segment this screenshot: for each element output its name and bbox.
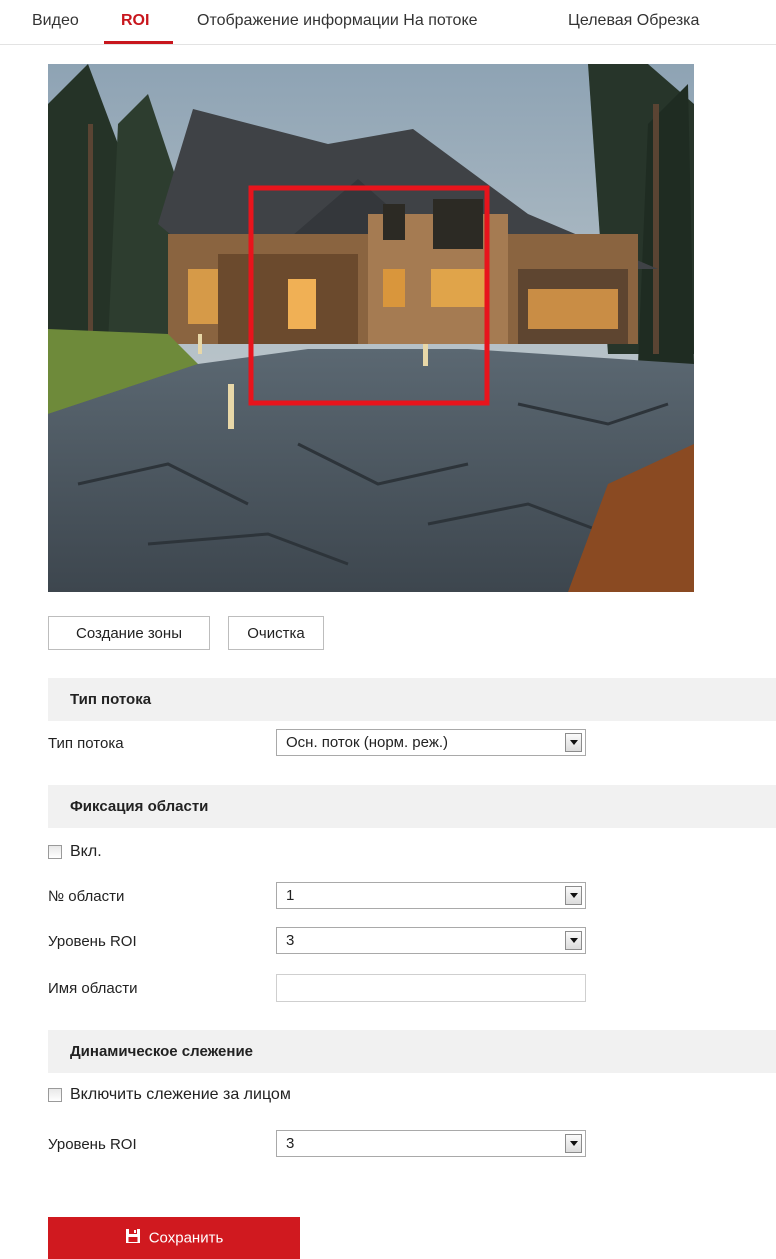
tab-stream-info-overlay[interactable]: Отображение информации На потоке bbox=[197, 12, 478, 30]
chevron-down-icon bbox=[565, 733, 582, 752]
stream-type-label: Тип потока bbox=[48, 735, 124, 752]
section-header-dynamic-tracking: Динамическое слежение bbox=[48, 1030, 776, 1073]
face-tracking-row[interactable]: Включить слежение за лицом bbox=[48, 1086, 291, 1104]
enable-checkbox[interactable] bbox=[48, 845, 62, 860]
roi-level-value: 3 bbox=[286, 932, 295, 949]
area-number-label: № области bbox=[48, 888, 125, 905]
dynamic-roi-level-label: Уровень ROI bbox=[48, 1136, 137, 1153]
dynamic-roi-level-value: 3 bbox=[286, 1135, 295, 1152]
create-zone-button[interactable]: Создание зоны bbox=[48, 616, 210, 650]
dynamic-roi-level-select[interactable]: 3 bbox=[276, 1130, 586, 1157]
enable-fixed-region-row[interactable]: Вкл. bbox=[48, 843, 102, 861]
stream-type-value: Осн. поток (норм. реж.) bbox=[286, 734, 449, 751]
area-number-select[interactable]: 1 bbox=[276, 882, 586, 909]
area-number-value: 1 bbox=[286, 887, 295, 904]
section-header-stream-type: Тип потока bbox=[48, 678, 776, 721]
face-tracking-label: Включить слежение за лицом bbox=[70, 1086, 291, 1104]
video-preview[interactable] bbox=[48, 64, 694, 592]
face-tracking-checkbox[interactable] bbox=[48, 1088, 62, 1103]
chevron-down-icon bbox=[565, 1134, 582, 1153]
tab-video[interactable]: Видео bbox=[32, 12, 79, 30]
preview-scene-image bbox=[48, 64, 694, 592]
chevron-down-icon bbox=[565, 931, 582, 950]
chevron-down-icon bbox=[565, 886, 582, 905]
tab-target-cropping[interactable]: Целевая Обрезка bbox=[568, 12, 699, 30]
tab-roi[interactable]: ROI bbox=[121, 12, 149, 30]
clear-button[interactable]: Очистка bbox=[228, 616, 324, 650]
roi-level-select[interactable]: 3 bbox=[276, 927, 586, 954]
area-name-input[interactable] bbox=[276, 974, 586, 1002]
floppy-disk-icon bbox=[125, 1228, 141, 1248]
enable-label: Вкл. bbox=[70, 843, 102, 861]
stream-type-select[interactable]: Осн. поток (норм. реж.) bbox=[276, 729, 586, 756]
active-tab-indicator bbox=[104, 41, 173, 44]
area-name-label: Имя области bbox=[48, 980, 138, 997]
section-header-fixed-region: Фиксация области bbox=[48, 785, 776, 828]
roi-level-label: Уровень ROI bbox=[48, 933, 137, 950]
save-label: Сохранить bbox=[148, 1229, 224, 1247]
save-button[interactable]: Сохранить bbox=[48, 1217, 300, 1259]
tab-bar: Видео ROI Отображение информации На пото… bbox=[0, 0, 776, 45]
